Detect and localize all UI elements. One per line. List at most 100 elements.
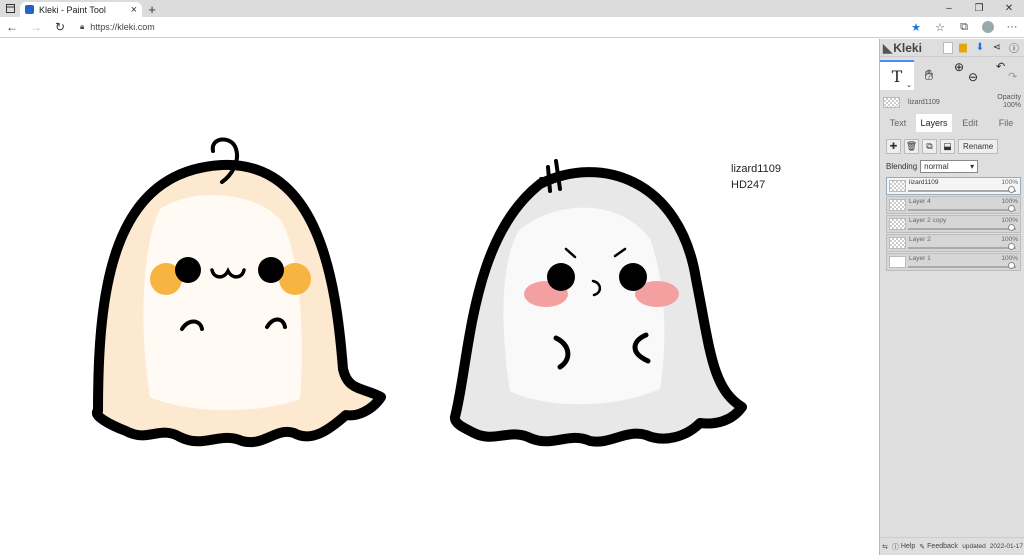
updated-info: updated 2022-01-17 [960, 543, 1024, 550]
share-icon[interactable]: ⋖ [990, 41, 1004, 55]
active-layer-name: lizard1109 [908, 98, 940, 106]
zoom-out-icon[interactable]: ⊖ [968, 70, 978, 84]
url-field[interactable]: 🔒︎ https://kleki.com [80, 22, 904, 32]
question-icon: ⓘ [891, 543, 899, 551]
layer-name: Layer 1 [909, 255, 931, 262]
feedback-icon: ✎ [919, 543, 926, 551]
duplicate-layer-icon[interactable]: ⧉ [922, 138, 937, 154]
layer-opacity-slider[interactable] [908, 186, 1016, 193]
address-bar: ← → ↻ 🔒︎ https://kleki.com ★ ☆ ⧉ ··· [0, 17, 1024, 38]
layer-opacity: 100% [1001, 255, 1018, 262]
layer-item[interactable]: lizard1109 100% [886, 177, 1021, 195]
browser-tab-bar: Kleki - Paint Tool × + – ❐ ✕ [0, 0, 1024, 17]
delete-layer-icon[interactable]: 🗑︎ [904, 138, 919, 154]
restore-icon[interactable]: ❐ [964, 0, 994, 17]
layer-opacity-slider[interactable] [908, 205, 1016, 212]
kleki-favicon-icon [25, 5, 34, 14]
layer-list: lizard1109 100% Layer 4 100% Layer 2 cop… [880, 177, 1024, 271]
tab-text[interactable]: Text [880, 114, 916, 132]
slider-knob[interactable] [1008, 186, 1015, 193]
add-layer-icon[interactable]: ✚ [886, 138, 901, 154]
layer-item[interactable]: Layer 2 100% [886, 234, 1021, 252]
layer-opacity: 100% [1001, 217, 1018, 224]
help-icon[interactable]: ⓘ [1007, 41, 1021, 55]
reload-icon[interactable]: ↻ [48, 17, 72, 38]
hand-tool-icon[interactable]: ✋︎ [914, 60, 944, 90]
minimize-icon[interactable]: – [934, 0, 964, 17]
layer-item[interactable]: Layer 2 copy 100% [886, 215, 1021, 233]
forward-icon[interactable]: → [24, 17, 48, 38]
zoom-in-icon[interactable]: ⊕ [954, 60, 964, 74]
updated-date: 2022-01-17 [989, 543, 1023, 550]
blending-row: Blending normal ▾ [880, 157, 1024, 175]
layer-thumbnail [889, 237, 906, 249]
slider-knob[interactable] [1008, 205, 1015, 212]
layer-opacity-slider[interactable] [908, 262, 1016, 269]
slider-knob[interactable] [1008, 262, 1015, 269]
profile-avatar[interactable] [982, 21, 994, 33]
signature-line-1: lizard1109 [731, 163, 781, 175]
help-label: Help [900, 543, 916, 550]
active-layer-info: lizard1109 Opacity 100% [880, 93, 1024, 111]
undo-icon[interactable]: ↶ [996, 60, 1005, 73]
tool-row: T ⌄ ✋︎ ⊕ ⊖ ↶ ↷ [880, 57, 1024, 91]
tool-dropdown-icon[interactable]: ⌄ [906, 81, 912, 89]
feedback-link[interactable]: ✎ Feedback [917, 543, 960, 551]
swap-panel-icon[interactable]: ⇆ [880, 543, 890, 551]
opacity-value: 100% [1003, 102, 1021, 109]
panel-footer: ⇆ ⓘ Help ✎ Feedback updated 2022-01-17 [880, 537, 1024, 555]
layer-item[interactable]: Layer 1 100% [886, 253, 1021, 271]
updated-label: updated [962, 543, 986, 550]
close-tab-icon[interactable]: × [131, 4, 137, 16]
new-image-icon[interactable] [943, 41, 953, 54]
new-tab-button[interactable]: + [142, 2, 162, 17]
signature-line-2: HD247 [731, 179, 766, 191]
blending-value: normal [924, 161, 949, 171]
tab-layers[interactable]: Layers [916, 114, 952, 132]
browser-tab[interactable]: Kleki - Paint Tool × [20, 2, 142, 17]
tab-edit[interactable]: Edit [952, 114, 988, 132]
url-text: https://kleki.com [90, 22, 155, 32]
feedback-label: Feedback [927, 543, 958, 550]
layer-opacity: 100% [1001, 198, 1018, 205]
layer-actions: ✚ 🗑︎ ⧉ ⬓ Rename [880, 136, 1024, 156]
panel-tabs: Text Layers Edit File [880, 114, 1024, 132]
layer-opacity: 100% [1001, 236, 1018, 243]
rename-layer-button[interactable]: Rename [958, 138, 999, 154]
blending-select[interactable]: normal ▾ [920, 159, 979, 173]
window-controls: – ❐ ✕ [934, 0, 1024, 17]
blending-label: Blending [886, 161, 918, 171]
layer-thumbnail [889, 218, 906, 230]
layer-opacity: 100% [1001, 179, 1018, 186]
download-icon[interactable]: ⬇ [973, 41, 987, 55]
canvas-signature-text: lizard1109 HD247 [731, 161, 781, 193]
help-link[interactable]: ⓘ Help [890, 542, 917, 552]
layer-name: lizard1109 [909, 179, 939, 186]
window-menu-icon[interactable] [0, 0, 20, 17]
merge-layer-icon[interactable]: ⬓ [940, 138, 955, 154]
canvas-artwork [91, 137, 747, 448]
favorite-star-icon[interactable]: ★ [904, 21, 928, 34]
layer-opacity-slider[interactable] [908, 224, 1016, 231]
back-icon[interactable]: ← [0, 17, 24, 38]
redo-icon[interactable]: ↷ [1008, 70, 1017, 83]
layer-name: Layer 4 [909, 198, 931, 205]
layer-item[interactable]: Layer 4 100% [886, 196, 1021, 214]
layer-opacity-slider[interactable] [908, 243, 1016, 250]
tab-title: Kleki - Paint Tool [39, 4, 106, 15]
brand-name: Kleki [893, 40, 922, 55]
slider-knob[interactable] [1008, 243, 1015, 250]
layer-thumbnail [889, 256, 906, 268]
slider-knob[interactable] [1008, 224, 1015, 231]
tab-file[interactable]: File [988, 114, 1024, 132]
collections-icon[interactable]: ⧉ [952, 21, 976, 34]
save-icon[interactable]: ▆ [956, 41, 970, 55]
layer-name: Layer 2 copy [909, 217, 947, 224]
drawing-canvas[interactable]: lizard1109 HD247 [0, 39, 879, 555]
favorites-icon[interactable]: ☆ [928, 21, 952, 34]
close-window-icon[interactable]: ✕ [994, 0, 1024, 17]
right-ghost [449, 159, 747, 447]
more-menu-icon[interactable]: ··· [1000, 21, 1024, 33]
text-tool-button[interactable]: T ⌄ [880, 60, 914, 90]
layer-name: Layer 2 [909, 236, 931, 243]
